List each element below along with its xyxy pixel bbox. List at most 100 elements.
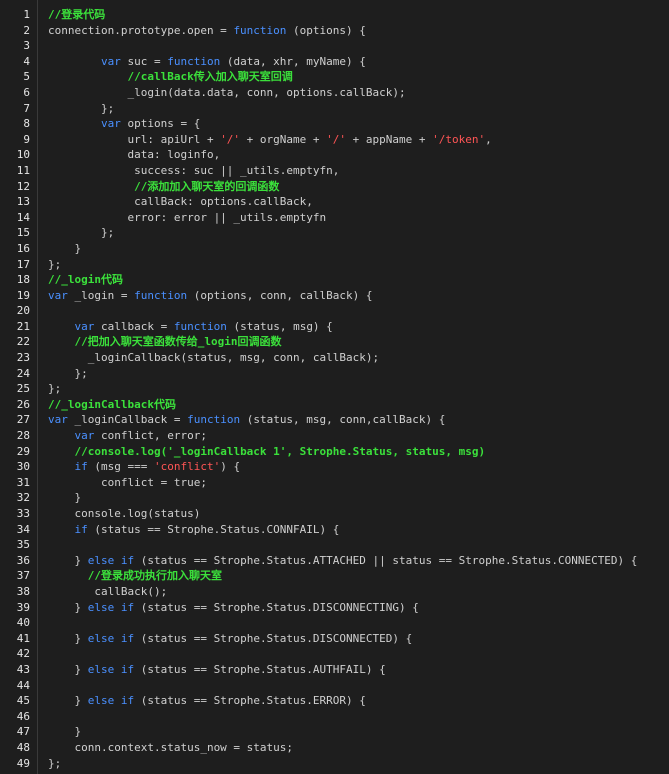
code-editor[interactable]: 1 //登录代码 2 connection.prototype.open = func…	[0, 0, 669, 774]
code-token-keyword: function	[134, 288, 188, 302]
code-line[interactable]: 13 callBack: options.callBack,	[0, 194, 669, 210]
code-line[interactable]: 14 error: error || _utils.emptyfn	[0, 210, 669, 226]
line-number: 8	[23, 117, 30, 131]
line-number: 16	[16, 241, 30, 255]
code-line[interactable]: 49};	[0, 756, 669, 772]
line-number: 10	[16, 148, 30, 162]
code-token-plain: error: error || _utils.emptyfn	[48, 210, 327, 224]
code-line[interactable]: 31 conflict = true;	[0, 475, 669, 491]
code-text: //console.log('_loginCallback 1', Stroph…	[48, 444, 665, 460]
code-token-plain: (status, msg, conn,callBack) {	[240, 413, 446, 427]
code-line[interactable]: 27 var _loginCallback = function (status,…	[0, 412, 669, 428]
code-token-plain: connection.prototype.open =	[48, 23, 234, 37]
line-number: 31	[16, 475, 30, 489]
code-text: success: suc || _utils.emptyfn,	[48, 163, 665, 179]
code-line[interactable]: 42	[0, 646, 669, 662]
code-line[interactable]: 22 //把加入聊天室函数传给_login回调函数	[0, 334, 669, 350]
code-token-plain: (msg ===	[87, 460, 154, 474]
code-line[interactable]: 26 //_loginCallback代码	[0, 397, 669, 413]
line-number: 44	[16, 678, 30, 692]
code-line[interactable]: 23 _loginCallback(status, msg, conn, cal…	[0, 350, 669, 366]
code-line[interactable]: 21 var callback = function (status, msg)…	[0, 319, 669, 335]
code-line[interactable]: 39 } else if (status == Strophe.Status.D…	[0, 600, 669, 616]
line-number: 7	[23, 101, 30, 115]
code-line[interactable]: 11 success: suc || _utils.emptyfn,	[0, 163, 669, 179]
code-text: } else if (status == Strophe.Status.ATTA…	[48, 553, 665, 569]
code-line[interactable]: 6 _login(data.data, conn, options.callBa…	[0, 85, 669, 101]
code-line[interactable]: 35	[0, 537, 669, 553]
code-line[interactable]: 18 //_login代码	[0, 272, 669, 288]
code-line[interactable]: 47 }	[0, 724, 669, 740]
code-line[interactable]: 48 conn.context.status_now = status;	[0, 740, 669, 756]
code-line[interactable]: 2 connection.prototype.open = function (o…	[0, 23, 669, 39]
code-token-plain: _loginCallback(status, msg, conn, callBa…	[48, 351, 380, 365]
code-text: //_login代码	[48, 272, 665, 288]
code-line[interactable]: 45 } else if (status == Strophe.Status.E…	[0, 693, 669, 709]
code-token-plain: };	[48, 382, 62, 396]
line-number: 4	[23, 54, 30, 68]
code-line[interactable]: 16 }	[0, 241, 669, 257]
code-line[interactable]: 20	[0, 303, 669, 319]
code-line[interactable]: 7 };	[0, 101, 669, 117]
line-number: 49	[16, 756, 30, 770]
code-token-plain: callBack: options.callBack,	[48, 195, 313, 209]
code-line[interactable]: 43 } else if (status == Strophe.Status.A…	[0, 662, 669, 678]
code-text: if (status == Strophe.Status.CONNFAIL) {	[48, 522, 665, 538]
code-line[interactable]: 41 } else if (status == Strophe.Status.D…	[0, 631, 669, 647]
code-line[interactable]: 32 }	[0, 490, 669, 506]
code-token-comment: //_login代码	[48, 273, 123, 287]
code-token-plain: success: suc || _utils.emptyfn,	[48, 163, 340, 177]
code-text: if (msg === 'conflict') {	[48, 459, 665, 475]
code-text: var conflict, error;	[48, 428, 665, 444]
code-line[interactable]: 29 //console.log('_loginCallback 1', Str…	[0, 444, 669, 460]
code-line[interactable]: 1 //登录代码	[0, 7, 669, 23]
code-line[interactable]: 17};	[0, 257, 669, 273]
code-text: };	[48, 381, 665, 397]
code-line[interactable]: 44	[0, 678, 669, 694]
line-number: 46	[16, 709, 30, 723]
code-line[interactable]: 28 var conflict, error;	[0, 428, 669, 444]
code-text: callBack: options.callBack,	[48, 194, 665, 210]
line-number: 24	[16, 366, 30, 380]
line-number: 27	[16, 413, 30, 427]
code-line[interactable]: 40	[0, 615, 669, 631]
line-number: 23	[16, 351, 30, 365]
code-line[interactable]: 24 };	[0, 366, 669, 382]
code-line[interactable]: 38 callBack();	[0, 584, 669, 600]
code-token-comment: //把加入聊天室函数传给_login回调函数	[74, 335, 282, 349]
code-token-keyword: var	[74, 319, 95, 333]
code-token-plain: + orgName +	[240, 132, 327, 146]
line-number: 40	[16, 616, 30, 630]
code-text: } else if (status == Strophe.Status.AUTH…	[48, 662, 665, 678]
line-number: 35	[16, 538, 30, 552]
line-number: 14	[16, 210, 30, 224]
code-line[interactable]: 37 //登录成功执行加入聊天室	[0, 568, 669, 584]
code-token-plain: (options, conn, callBack) {	[187, 288, 373, 302]
code-token-plain: data: loginfo,	[48, 148, 221, 162]
code-line[interactable]: 25};	[0, 381, 669, 397]
code-line[interactable]: 12 //添加加入聊天室的回调函数	[0, 179, 669, 195]
line-number: 2	[23, 23, 30, 37]
code-line[interactable]: 5 //callBack传入加入聊天室回调	[0, 69, 669, 85]
code-token-plain: };	[48, 226, 115, 240]
code-line[interactable]: 15 };	[0, 225, 669, 241]
code-line[interactable]: 19 var _login = function (options, conn, …	[0, 288, 669, 304]
code-line[interactable]: 46	[0, 709, 669, 725]
line-number: 20	[16, 304, 30, 318]
code-text: conn.context.status_now = status;	[48, 740, 665, 756]
line-number: 28	[16, 429, 30, 443]
code-text: }	[48, 724, 665, 740]
code-line[interactable]: 34 if (status == Strophe.Status.CONNFAIL…	[0, 522, 669, 538]
code-line[interactable]: 9 url: apiUrl + '/' + orgName + '/' + ap…	[0, 132, 669, 148]
code-line[interactable]: 30 if (msg === 'conflict') {	[0, 459, 669, 475]
code-line[interactable]: 33 console.log(status)	[0, 506, 669, 522]
code-line[interactable]: 36 } else if (status == Strophe.Status.A…	[0, 553, 669, 569]
code-line[interactable]: 3	[0, 38, 669, 54]
code-text: var callback = function (status, msg) {	[48, 319, 665, 335]
code-line[interactable]: 10 data: loginfo,	[0, 147, 669, 163]
code-line[interactable]: 8 var options = {	[0, 116, 669, 132]
code-line[interactable]: 4 var suc = function (data, xhr, myName)…	[0, 54, 669, 70]
